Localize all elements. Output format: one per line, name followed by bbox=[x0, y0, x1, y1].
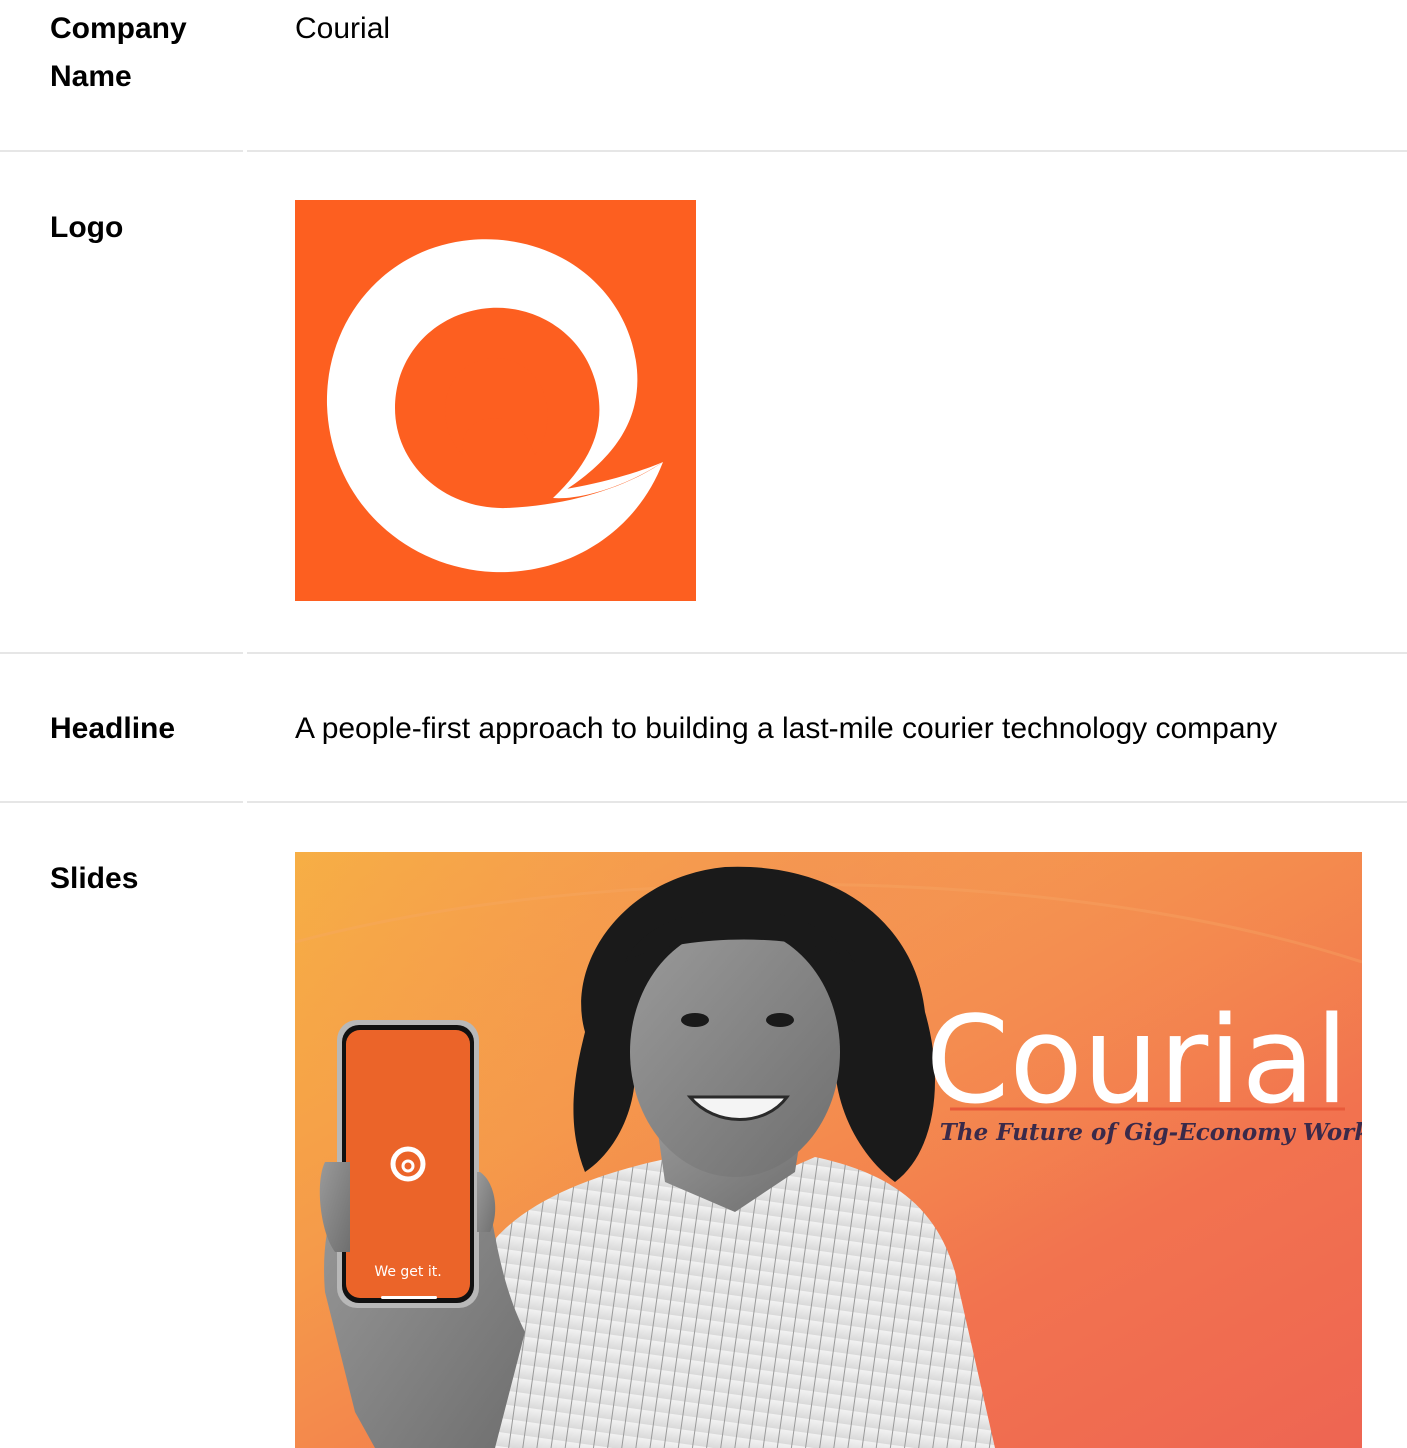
row-divider bbox=[247, 150, 1407, 152]
phone-tagline: We get it. bbox=[374, 1264, 441, 1280]
slides-label: Slides bbox=[50, 862, 139, 895]
headline-label: Headline bbox=[50, 712, 176, 745]
row-divider bbox=[0, 652, 243, 654]
phone-mockup: We get it. bbox=[337, 1020, 479, 1308]
pitch-slide-image: We get it. Courial The Future of Gig-Eco… bbox=[295, 852, 1362, 1448]
row-divider bbox=[247, 652, 1407, 654]
row-divider bbox=[0, 150, 243, 152]
slide-artwork: We get it. Courial The Future of Gig-Eco… bbox=[295, 852, 1362, 1448]
company-profile-table: Company Name Courial Logo Headline A peo… bbox=[0, 0, 1407, 1448]
swirl-logo-icon bbox=[295, 200, 696, 601]
row-divider bbox=[0, 801, 243, 803]
row-divider bbox=[247, 801, 1407, 803]
company-name-value: Courial bbox=[295, 12, 391, 45]
company-logo bbox=[295, 200, 696, 601]
slide-tagline: The Future of Gig-Economy Work bbox=[940, 1119, 1362, 1146]
headline-value: A people-first approach to building a la… bbox=[295, 712, 1278, 745]
company-name-label: Company Name bbox=[50, 12, 187, 93]
logo-label: Logo bbox=[50, 211, 124, 244]
